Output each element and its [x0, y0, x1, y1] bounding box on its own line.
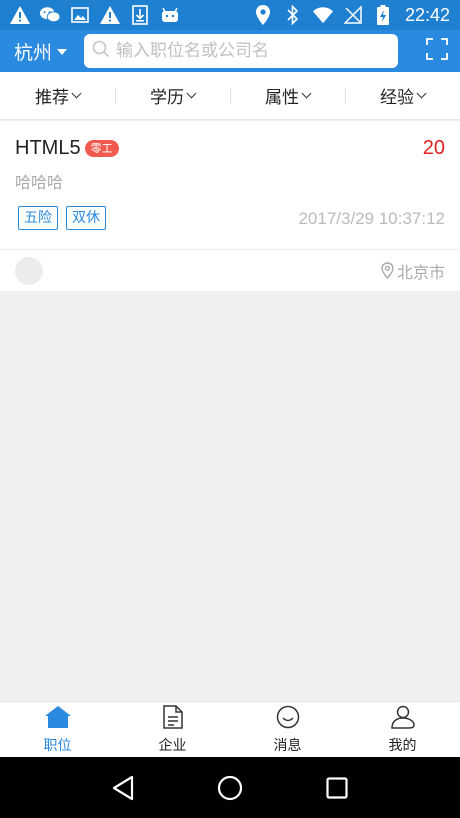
- nav-label: 职位: [43, 737, 72, 754]
- benefit-tag: 五险: [18, 206, 58, 230]
- recents-square-icon: [326, 776, 348, 799]
- smile-icon: [276, 705, 300, 733]
- image-icon: [70, 5, 90, 25]
- wifi-icon: [312, 5, 333, 25]
- nav-label: 企业: [158, 737, 187, 754]
- chevron-down-icon: [416, 88, 427, 99]
- company-logo: [15, 256, 43, 285]
- city-selector[interactable]: 杭州: [14, 38, 84, 65]
- caret-down-icon: [57, 49, 68, 55]
- city-label: 杭州: [14, 41, 53, 64]
- search-icon: [92, 40, 110, 62]
- job-salary: 20: [422, 137, 445, 159]
- warning-icon: [10, 5, 30, 25]
- chevron-down-icon: [186, 88, 197, 99]
- home-icon: [44, 705, 72, 733]
- chevron-down-icon: [71, 88, 82, 99]
- company-row: 北京市: [0, 250, 460, 291]
- user-icon: [390, 705, 416, 733]
- filter-recommend[interactable]: 推荐: [0, 83, 115, 108]
- benefit-tags: 五险 双休: [18, 206, 106, 230]
- document-icon: [161, 704, 185, 733]
- chevron-down-icon: [301, 88, 312, 99]
- search-input[interactable]: [116, 41, 376, 61]
- filter-label: 推荐: [35, 88, 69, 108]
- android-icon: [160, 5, 180, 25]
- bottom-nav: 职位 企业 消息 我的: [0, 701, 460, 757]
- home-button[interactable]: [215, 773, 245, 803]
- nav-tab-companies[interactable]: 企业: [115, 702, 230, 757]
- job-location: 北京市: [381, 259, 445, 283]
- job-header: HTML5 零工 20: [15, 137, 445, 160]
- home-circle-icon: [217, 775, 243, 800]
- filter-label: 学历: [150, 88, 184, 108]
- filter-label: 经验: [380, 88, 414, 108]
- download-icon: [130, 5, 150, 25]
- status-bar: 22:42: [0, 0, 460, 30]
- back-triangle-icon: [113, 775, 134, 800]
- nav-label: 消息: [273, 737, 302, 754]
- scan-button[interactable]: [424, 38, 450, 64]
- location-icon: [253, 5, 273, 25]
- job-description: 哈哈哈: [15, 173, 64, 192]
- status-time: 22:42: [404, 4, 450, 25]
- status-right: 22:42: [253, 5, 450, 26]
- job-posted-time: 2017/3/29 10:37:12: [298, 209, 445, 228]
- location-pin-icon: [381, 262, 394, 279]
- warning-icon: [100, 5, 120, 25]
- nav-tab-jobs[interactable]: 职位: [0, 702, 115, 757]
- no-signal-icon: [343, 5, 363, 25]
- job-card[interactable]: HTML5 零工 20 哈哈哈 五险 双休 2017/3/29 10:37:12…: [0, 121, 460, 291]
- filter-education[interactable]: 学历: [115, 83, 230, 108]
- benefit-tag: 双休: [66, 206, 106, 230]
- system-nav-bar: [0, 757, 460, 818]
- back-button[interactable]: [108, 773, 138, 803]
- search-box[interactable]: [84, 34, 398, 68]
- filter-label: 属性: [265, 88, 299, 108]
- bluetooth-icon: [283, 5, 303, 25]
- nav-tab-messages[interactable]: 消息: [230, 702, 345, 757]
- battery-charging-icon: [373, 5, 393, 25]
- filter-bar: 推荐 学历 属性 经验: [0, 72, 460, 120]
- nav-label: 我的: [388, 737, 417, 754]
- recents-button[interactable]: [322, 773, 352, 803]
- scan-icon: [426, 38, 448, 64]
- filter-attribute[interactable]: 属性: [230, 83, 345, 108]
- nav-tab-profile[interactable]: 我的: [345, 702, 460, 757]
- wechat-icon: [40, 5, 60, 25]
- job-type-badge: 零工: [84, 140, 119, 157]
- status-left: [10, 5, 180, 25]
- job-title: HTML5: [15, 137, 81, 159]
- location-label: 北京市: [396, 262, 445, 282]
- top-bar: 杭州: [0, 30, 460, 72]
- filter-experience[interactable]: 经验: [345, 83, 460, 108]
